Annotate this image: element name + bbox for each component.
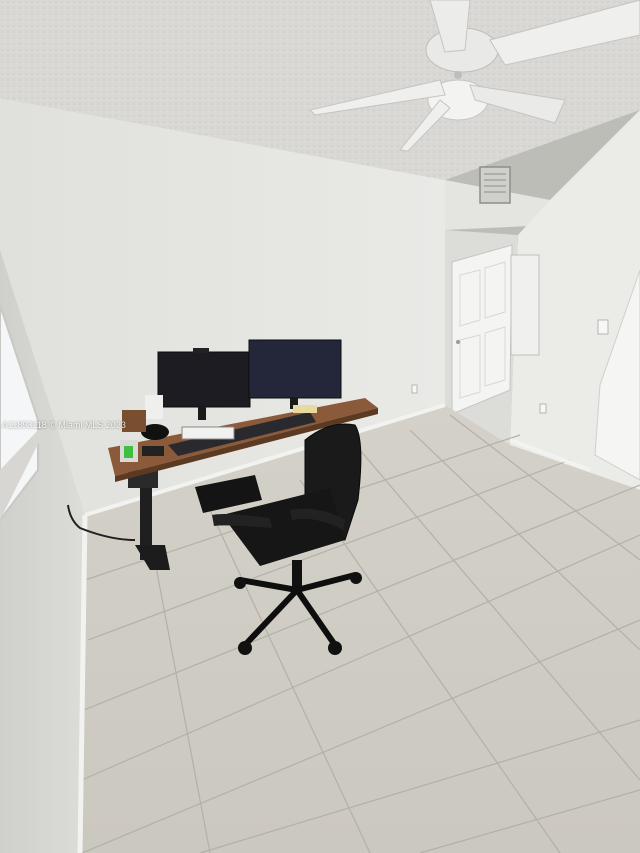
keyboard	[181, 426, 235, 440]
room-photo: A11893118 © Miami MLS 2023	[0, 0, 640, 853]
mls-watermark: A11893118 © Miami MLS 2023	[2, 420, 126, 430]
hall-door	[510, 254, 540, 356]
ac-vent	[479, 166, 511, 204]
open-door	[451, 244, 513, 415]
speaker	[145, 395, 163, 419]
